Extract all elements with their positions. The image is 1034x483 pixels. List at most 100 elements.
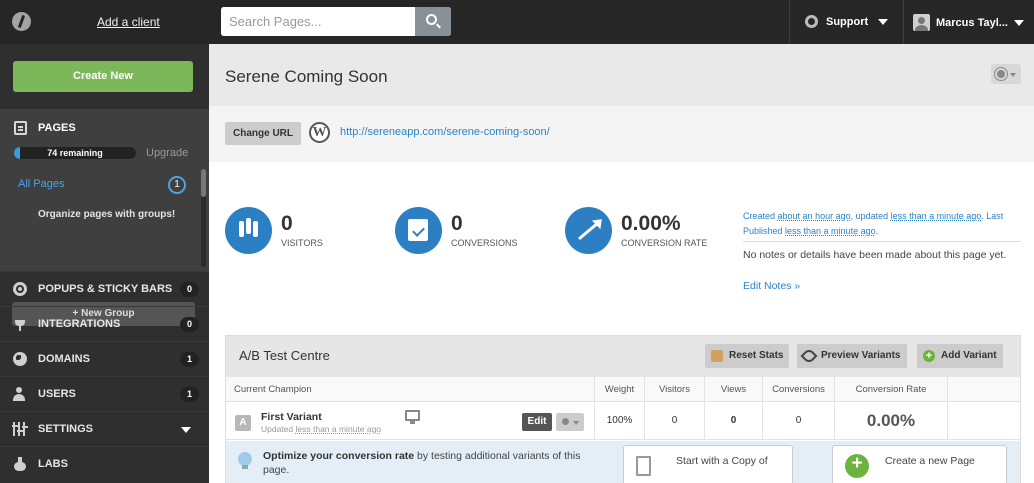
- optimize-banner: Optimize your conversion rate by testing…: [226, 441, 1020, 483]
- labs-icon: [13, 457, 27, 471]
- plus-circle-icon: [845, 453, 869, 478]
- lifebuoy-icon: [805, 15, 818, 28]
- column-header-rate: Conversion Rate: [835, 377, 948, 402]
- users-icon: [13, 387, 27, 401]
- chevron-down-icon: [1010, 73, 1016, 77]
- reset-stats-button[interactable]: Reset Stats: [705, 344, 790, 368]
- column-header-views: Views: [705, 377, 763, 402]
- variant-settings-dropdown[interactable]: [556, 413, 584, 431]
- user-name: Marcus Tayl...: [936, 16, 1008, 29]
- trend-icon: [565, 207, 612, 254]
- variant-conversions: 0: [763, 402, 835, 440]
- add-variant-button[interactable]: Add Variant: [917, 344, 1003, 368]
- variant-conversion-rate: 0.00%: [835, 402, 948, 440]
- avatar: [913, 14, 930, 31]
- popup-icon: [13, 282, 27, 296]
- meta-text: Created: [743, 211, 778, 221]
- variant-updated-prefix: Updated: [261, 424, 296, 434]
- count-badge: 1: [180, 352, 199, 367]
- chevron-down-icon: [573, 421, 579, 425]
- pages-icon: [14, 121, 27, 135]
- sidebar-item-integrations[interactable]: INTEGRATIONS 0: [0, 306, 209, 341]
- sidebar-item-users[interactable]: USERS 1: [0, 376, 209, 411]
- conversion-rate-label: CONVERSION RATE: [621, 238, 708, 248]
- conversions-value: 0: [451, 212, 463, 235]
- support-label: Support: [826, 15, 869, 28]
- gear-icon: [562, 418, 569, 425]
- chevron-down-icon: [878, 18, 889, 25]
- eye-icon: [800, 347, 818, 365]
- divider: [743, 241, 1021, 242]
- sidebar-item-label: LABS: [38, 458, 68, 470]
- sidebar-item-labs[interactable]: LABS: [0, 446, 209, 481]
- optimize-text: Optimize your conversion rate by testing…: [263, 449, 593, 477]
- unbounce-logo-icon[interactable]: [12, 12, 31, 31]
- variant-name[interactable]: First Variant: [261, 411, 322, 423]
- variant-visitors: 0: [645, 402, 705, 440]
- topbar-divider: [903, 0, 904, 44]
- user-menu[interactable]: Marcus Tayl...: [913, 14, 1024, 31]
- page-meta: Created about an hour ago, updated less …: [743, 209, 1023, 239]
- start-with-copy-button[interactable]: Start with a Copy of: [623, 445, 793, 483]
- upgrade-link[interactable]: Upgrade: [146, 147, 188, 159]
- edit-variant-button[interactable]: Edit: [522, 413, 552, 431]
- main-content: Serene Coming Soon Change URL W http://s…: [209, 44, 1034, 483]
- copy-page-icon: [636, 456, 651, 476]
- reset-icon: [711, 350, 723, 362]
- sidebar-scrollbar[interactable]: [201, 169, 206, 267]
- button-label: Start with a Copy of: [676, 455, 768, 467]
- settings-icon: [12, 422, 27, 436]
- sidebar: Create New PAGES 74 remaining Upgrade Al…: [0, 44, 209, 483]
- organize-groups-text: Organize pages with groups!: [38, 209, 176, 220]
- sidebar-item-label: DOMAINS: [38, 353, 90, 365]
- page-title: Serene Coming Soon: [225, 67, 388, 86]
- visitors-label: VISITORS: [281, 238, 323, 248]
- sidebar-item-label: POPUPS & STICKY BARS: [38, 283, 173, 295]
- visitors-icon: [225, 207, 272, 254]
- page-url-link[interactable]: http://sereneapp.com/serene-coming-soon/: [340, 126, 550, 138]
- topbar-divider: [789, 0, 790, 44]
- search-icon: [426, 14, 437, 25]
- chevron-down-icon: [1013, 19, 1024, 26]
- optimize-bold: Optimize your conversion rate: [263, 450, 415, 462]
- lightbulb-icon: [238, 452, 252, 469]
- add-client-link[interactable]: Add a client: [97, 15, 160, 29]
- sidebar-item-pages[interactable]: PAGES: [14, 121, 76, 135]
- count-badge: 0: [180, 317, 199, 332]
- search-box: [221, 7, 451, 36]
- edit-notes-link[interactable]: Edit Notes »: [743, 280, 800, 292]
- column-header-conversions: Conversions: [763, 377, 835, 402]
- pages-remaining-text: 74 remaining: [47, 148, 103, 158]
- count-badge: 1: [180, 387, 199, 402]
- variant-views: 0: [705, 402, 763, 440]
- page-header: Serene Coming Soon: [209, 44, 1034, 106]
- search-button[interactable]: [415, 7, 451, 36]
- create-new-page-button[interactable]: Create a new Page: [832, 445, 1007, 483]
- all-pages-count-badge: 1: [168, 176, 186, 194]
- ab-test-centre: A/B Test Centre Reset Stats Preview Vari…: [225, 335, 1021, 483]
- variant-updated-time: less than a minute ago: [295, 424, 382, 434]
- sidebar-item-settings[interactable]: SETTINGS: [0, 411, 209, 446]
- variant-updated: Updated less than a minute ago: [261, 424, 381, 434]
- page-settings-dropdown[interactable]: [991, 64, 1021, 84]
- create-new-button[interactable]: Create New: [13, 61, 193, 92]
- sidebar-item-label: PAGES: [38, 122, 76, 134]
- conversions-label: CONVERSIONS: [451, 238, 518, 248]
- all-pages-link[interactable]: All Pages: [18, 178, 64, 190]
- ab-test-title: A/B Test Centre: [239, 348, 330, 363]
- preview-variants-button[interactable]: Preview Variants: [797, 344, 907, 368]
- desktop-icon: [405, 410, 420, 424]
- meta-text: .: [875, 226, 879, 236]
- pages-section: PAGES 74 remaining Upgrade All Pages 1 O…: [0, 109, 209, 326]
- conversion-rate-value: 0.00%: [621, 212, 681, 235]
- meta-text: , updated: [850, 211, 891, 221]
- support-menu[interactable]: Support: [805, 15, 889, 28]
- scrollbar-thumb[interactable]: [201, 169, 206, 197]
- change-url-button[interactable]: Change URL: [225, 122, 301, 145]
- sidebar-item-popups[interactable]: POPUPS & STICKY BARS 0: [0, 271, 209, 306]
- column-header-empty: [948, 377, 1020, 402]
- button-label: Reset Stats: [729, 350, 784, 361]
- visitors-value: 0: [281, 212, 293, 235]
- sidebar-item-domains[interactable]: DOMAINS 1: [0, 341, 209, 376]
- search-input[interactable]: [221, 7, 415, 36]
